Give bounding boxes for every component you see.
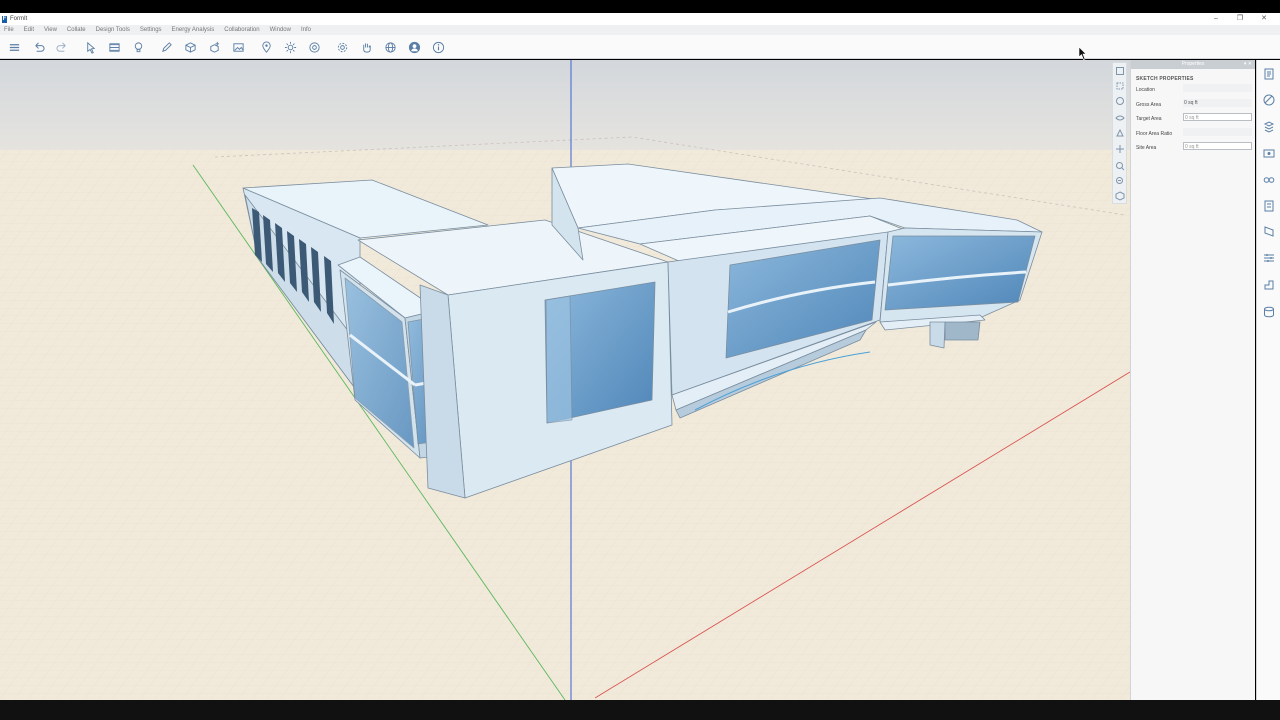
mouse-cursor-icon: [1078, 46, 1087, 60]
menu-view[interactable]: View: [44, 27, 57, 33]
camera-icon[interactable]: [306, 39, 322, 55]
floor-area-ratio-label: Floor Area Ratio: [1136, 130, 1173, 137]
scenes-panel-icon[interactable]: [1262, 146, 1276, 160]
menu-design-tools[interactable]: Design Tools: [96, 27, 130, 33]
prop-row-floor-area-ratio: Floor Area Ratio: [1131, 126, 1255, 141]
menu-settings[interactable]: Settings: [140, 27, 162, 33]
pencil-icon[interactable]: [158, 39, 174, 55]
lightbulb-icon[interactable]: [130, 39, 146, 55]
menu-collaboration[interactable]: Collaboration: [224, 27, 259, 33]
location-pin-icon[interactable]: [258, 39, 274, 55]
storage-panel-icon[interactable]: [1262, 305, 1276, 319]
hand-pan-icon[interactable]: [358, 39, 374, 55]
user-account-icon[interactable]: [406, 39, 422, 55]
right-panel-sidebar: [1256, 60, 1280, 700]
menu-energy-analysis[interactable]: Energy Analysis: [172, 27, 215, 33]
building-scene[interactable]: [0, 60, 1130, 700]
select-arrow-icon[interactable]: [82, 39, 98, 55]
properties-title: Properties: [1181, 61, 1205, 67]
gross-area-value: 0 sq ft: [1183, 98, 1252, 107]
zoom-selected-icon[interactable]: [1115, 81, 1125, 91]
site-area-label: Site Area: [1136, 145, 1157, 151]
menu-icon[interactable]: [6, 39, 22, 55]
view-cube-icon[interactable]: [1115, 191, 1125, 201]
gross-area-label: Gross Area: [1136, 101, 1162, 108]
letterbox-top: [0, 0, 1280, 13]
prop-row-gross-area: Gross Area 0 sq ft: [1131, 97, 1255, 112]
levels-panel-icon[interactable]: [1262, 278, 1276, 292]
menu-collate[interactable]: Collate: [67, 27, 86, 33]
prop-row-target-area: Target Area 0 sq ft: [1131, 111, 1255, 126]
target-area-input[interactable]: 0 sq ft: [1183, 113, 1252, 121]
menu-window[interactable]: Window: [270, 27, 291, 33]
restore-button[interactable]: ❐: [1228, 13, 1252, 25]
target-area-label: Target Area: [1136, 116, 1162, 122]
zoom-icon[interactable]: [1115, 161, 1125, 171]
content-library-icon[interactable]: [1262, 199, 1276, 213]
visual-styles-icon[interactable]: [1262, 172, 1276, 186]
window-controls: – ❐ ✕: [1204, 13, 1276, 25]
sun-icon[interactable]: [282, 39, 298, 55]
zoom-window-icon[interactable]: [1115, 176, 1125, 186]
menu-file[interactable]: File: [4, 27, 14, 33]
menu-bar: File Edit View Collate Design Tools Sett…: [0, 25, 1280, 35]
add-shape-icon[interactable]: [206, 39, 222, 55]
undo-icon[interactable]: [30, 39, 46, 55]
layers-panel-icon[interactable]: [1262, 251, 1276, 265]
materials-panel-icon[interactable]: [1262, 93, 1276, 107]
main-toolbar: [0, 35, 1280, 59]
location-label: Location: [1136, 87, 1155, 93]
title-bar: F FormIt – ❐ ✕: [0, 13, 1280, 25]
prop-row-site-area: Site Area 0 sq ft: [1131, 140, 1255, 155]
zoom-extents-icon[interactable]: [1115, 66, 1125, 76]
menu-edit[interactable]: Edit: [24, 27, 34, 33]
viewport-nav-toolbar: [1112, 62, 1127, 204]
location-field[interactable]: [1183, 84, 1252, 92]
walk-icon[interactable]: [1115, 128, 1125, 138]
level-icon[interactable]: [106, 39, 122, 55]
properties-header: Properties ▾ ✕: [1131, 60, 1255, 69]
3d-viewport[interactable]: [0, 60, 1130, 700]
minimize-button[interactable]: –: [1204, 13, 1228, 25]
properties-panel: Properties ▾ ✕ SKETCH PROPERTIES Locatio…: [1130, 60, 1255, 700]
properties-panel-icon[interactable]: [1262, 67, 1276, 81]
menu-info[interactable]: Info: [301, 27, 311, 33]
dynamo-panel-icon[interactable]: [1262, 225, 1276, 239]
settings-gear-icon[interactable]: [334, 39, 350, 55]
orbit-icon[interactable]: [1115, 96, 1125, 106]
globe-icon[interactable]: [382, 39, 398, 55]
close-button[interactable]: ✕: [1252, 13, 1276, 25]
window-title: FormIt: [10, 16, 28, 22]
formit-logo: F: [2, 15, 7, 23]
redo-icon[interactable]: [54, 39, 70, 55]
panel-controls[interactable]: ▾ ✕: [1244, 61, 1252, 67]
floor-area-ratio-value: [1183, 127, 1252, 136]
cube-icon[interactable]: [182, 39, 198, 55]
look-around-icon[interactable]: [1115, 113, 1125, 123]
pan-icon[interactable]: [1115, 144, 1125, 154]
info-icon[interactable]: [430, 39, 446, 55]
site-area-input[interactable]: 0 sq ft: [1183, 142, 1252, 150]
letterbox-bottom: [0, 700, 1280, 720]
image-import-icon[interactable]: [230, 39, 246, 55]
groups-panel-icon[interactable]: [1262, 120, 1276, 134]
prop-row-location: Location: [1131, 82, 1255, 97]
